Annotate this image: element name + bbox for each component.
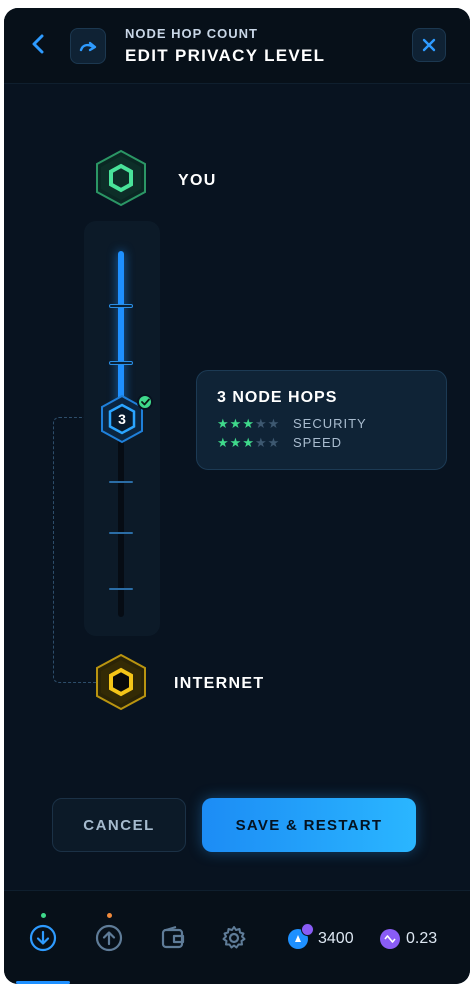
speed-stars: ★ ★ ★ ★ ★ — [217, 436, 291, 449]
wallet-icon — [161, 926, 185, 949]
app-window: NODE HOP COUNT EDIT PRIVACY LEVEL YOU 3 — [4, 8, 470, 984]
mode-button[interactable] — [70, 28, 106, 64]
check-icon — [137, 394, 153, 410]
star-icon: ★ — [229, 435, 242, 450]
token-balance-value: 3400 — [318, 930, 354, 947]
header-subtitle: NODE HOP COUNT — [125, 26, 258, 41]
upload-icon — [95, 924, 123, 952]
hop-tick-6[interactable] — [109, 588, 133, 590]
save-restart-button[interactable]: SAVE & RESTART — [202, 798, 416, 852]
header: NODE HOP COUNT EDIT PRIVACY LEVEL — [4, 8, 470, 84]
star-icon: ★ — [242, 435, 254, 450]
you-node-icon — [96, 149, 146, 207]
swap-arrow-icon — [79, 41, 97, 52]
gear-icon — [222, 926, 246, 949]
star-icon: ★ — [217, 416, 229, 431]
close-icon — [422, 38, 436, 52]
security-label: SECURITY — [293, 416, 367, 431]
internet-label: INTERNET — [174, 675, 265, 692]
token-coin-icon — [288, 923, 314, 949]
star-icon: ★ — [267, 416, 280, 431]
you-label: YOU — [178, 172, 217, 189]
chevron-left-icon — [32, 34, 44, 54]
nav-upload[interactable] — [92, 921, 126, 955]
security-stars: ★ ★ ★ ★ ★ — [217, 417, 291, 430]
star-icon: ★ — [254, 416, 267, 431]
hop-tick-5[interactable] — [109, 532, 133, 534]
hop-info-title: 3 NODE HOPS — [217, 389, 338, 406]
download-status-dot — [41, 913, 46, 918]
bottom-nav: 3400 0.23 — [4, 890, 470, 984]
star-icon: ★ — [267, 435, 280, 450]
hop-tick-1[interactable] — [109, 304, 133, 308]
close-button[interactable] — [412, 28, 446, 62]
star-icon: ★ — [254, 435, 267, 450]
hop-tick-4[interactable] — [109, 481, 133, 483]
back-button[interactable] — [24, 30, 52, 58]
speed-rating: ★ ★ ★ ★ ★ SPEED — [217, 435, 342, 450]
crypto-balance-value: 0.23 — [406, 930, 438, 947]
page-title: EDIT PRIVACY LEVEL — [125, 46, 326, 65]
download-icon — [29, 924, 57, 952]
polygon-coin-icon — [380, 929, 400, 949]
token-balance[interactable]: 3400 — [288, 923, 354, 949]
security-rating: ★ ★ ★ ★ ★ SECURITY — [217, 416, 367, 431]
hop-tick-2[interactable] — [109, 361, 133, 365]
crypto-balance[interactable]: 0.23 — [380, 929, 437, 949]
upload-status-dot — [107, 913, 112, 918]
nav-settings[interactable] — [217, 921, 251, 955]
star-icon: ★ — [217, 435, 229, 450]
hop-info-card: 3 NODE HOPS ★ ★ ★ ★ ★ SECURITY ★ ★ ★ ★ ★… — [196, 370, 447, 470]
hop-slider-fill — [118, 251, 124, 417]
internet-node-icon — [96, 653, 146, 711]
nav-wallet[interactable] — [156, 921, 190, 955]
speed-label: SPEED — [293, 435, 343, 450]
cancel-button[interactable]: CANCEL — [52, 798, 186, 852]
star-icon: ★ — [242, 416, 254, 431]
nav-download[interactable] — [26, 921, 60, 955]
star-icon: ★ — [229, 416, 242, 431]
